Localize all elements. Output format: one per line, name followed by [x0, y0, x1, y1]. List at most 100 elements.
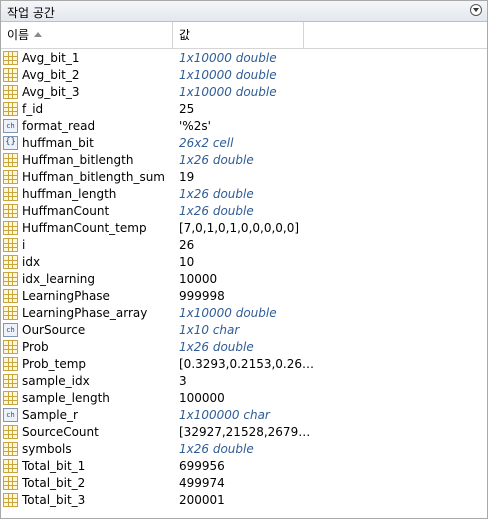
variable-name: Huffman_bitlength_sum — [22, 170, 165, 184]
variable-row[interactable]: HuffmanCount_temp [7,0,1,0,1,0,0,0,0,0] — [1, 220, 487, 237]
matrix-variable-icon — [3, 51, 18, 65]
matrix-variable-icon — [3, 255, 18, 269]
variable-value: 25 — [179, 102, 195, 116]
variable-row[interactable]: sample_length 100000 — [1, 390, 487, 407]
variable-value: 1x26 double — [179, 442, 254, 456]
variable-name: LearningPhase — [22, 289, 110, 303]
variable-name: Total_bit_1 — [22, 459, 86, 473]
variable-row[interactable]: ch Sample_r 1x100000 char — [1, 407, 487, 424]
variable-value: 1x26 double — [179, 340, 254, 354]
variable-row[interactable]: sample_idx 3 — [1, 373, 487, 390]
name-column-label: 이름 — [7, 28, 30, 42]
variable-name: symbols — [22, 442, 72, 456]
variable-name: Avg_bit_3 — [22, 85, 80, 99]
variable-row[interactable]: HuffmanCount 1x26 double — [1, 203, 487, 220]
table-header: 이름 값 — [1, 22, 487, 49]
variable-value: [32927,21528,2679… — [179, 425, 311, 439]
matrix-variable-icon — [3, 68, 18, 82]
variable-name: idx_learning — [22, 272, 96, 286]
variable-value: 1x10000 double — [179, 306, 277, 320]
variable-value: [0.3293,0.2153,0.26… — [179, 357, 315, 371]
variable-row[interactable]: Total_bit_1 699956 — [1, 458, 487, 475]
char-variable-icon: ch — [3, 119, 18, 133]
panel-titlebar: 작업 공간 — [1, 1, 487, 22]
variable-row[interactable]: Total_bit_2 499974 — [1, 475, 487, 492]
variable-row[interactable]: {} huffman_bit 26x2 cell — [1, 135, 487, 152]
variable-value: 19 — [179, 170, 195, 184]
variable-row[interactable]: Avg_bit_2 1x10000 double — [1, 67, 487, 84]
variable-row[interactable]: Prob_temp [0.3293,0.2153,0.26… — [1, 356, 487, 373]
matrix-variable-icon — [3, 357, 18, 371]
variable-value: 1x26 double — [179, 187, 254, 201]
matrix-variable-icon — [3, 238, 18, 252]
variable-row[interactable]: LearningPhase_array 1x10000 double — [1, 305, 487, 322]
cell-variable-icon: {} — [3, 136, 18, 150]
variable-value: 200001 — [179, 493, 225, 507]
variable-value: 26x2 cell — [179, 136, 234, 150]
variable-row[interactable]: idx 10 — [1, 254, 487, 271]
sort-ascending-icon — [34, 32, 43, 37]
matrix-variable-icon — [3, 272, 18, 286]
matrix-variable-icon — [3, 425, 18, 439]
variable-name: Prob — [22, 340, 49, 354]
matrix-variable-icon — [3, 374, 18, 388]
matrix-variable-icon — [3, 391, 18, 405]
variable-value: 1x26 double — [179, 204, 254, 218]
variable-value: 699956 — [179, 459, 225, 473]
variable-row[interactable]: symbols 1x26 double — [1, 441, 487, 458]
variable-row[interactable]: huffman_length 1x26 double — [1, 186, 487, 203]
matrix-variable-icon — [3, 459, 18, 473]
variable-name: Total_bit_2 — [22, 476, 86, 490]
matrix-variable-icon — [3, 204, 18, 218]
name-column-header[interactable]: 이름 — [1, 22, 173, 48]
variable-name: i — [22, 238, 26, 252]
matrix-variable-icon — [3, 442, 18, 456]
variable-name: OurSource — [22, 323, 86, 337]
workspace-panel: 작업 공간 이름 값 Avg_bit_1 1x10000 double Avg_bi… — [0, 0, 488, 519]
variable-value: 10 — [179, 255, 195, 269]
matrix-variable-icon — [3, 187, 18, 201]
variable-name: Total_bit_3 — [22, 493, 86, 507]
variable-name: Avg_bit_1 — [22, 51, 80, 65]
variable-row[interactable]: i 26 — [1, 237, 487, 254]
matrix-variable-icon — [3, 102, 18, 116]
variable-name: huffman_bit — [22, 136, 94, 150]
panel-menu-icon[interactable] — [470, 4, 482, 16]
variable-name: format_read — [22, 119, 96, 133]
variable-row[interactable]: LearningPhase 999998 — [1, 288, 487, 305]
variable-value: 999998 — [179, 289, 225, 303]
matrix-variable-icon — [3, 85, 18, 99]
variable-name: Avg_bit_2 — [22, 68, 80, 82]
variable-value: 1x10000 double — [179, 85, 277, 99]
variable-name: sample_idx — [22, 374, 90, 388]
variable-row[interactable]: Huffman_bitlength 1x26 double — [1, 152, 487, 169]
variable-value: 100000 — [179, 391, 225, 405]
variable-row[interactable]: SourceCount [32927,21528,2679… — [1, 424, 487, 441]
variable-value: 499974 — [179, 476, 225, 490]
variable-row[interactable]: f_id 25 — [1, 101, 487, 118]
variable-row[interactable]: ch OurSource 1x10 char — [1, 322, 487, 339]
value-column-header[interactable]: 값 — [173, 22, 304, 48]
variable-value: 1x10 char — [179, 323, 240, 337]
variable-name: LearningPhase_array — [22, 306, 148, 320]
variable-row[interactable]: ch format_read '%2s' — [1, 118, 487, 135]
variable-row[interactable]: Avg_bit_1 1x10000 double — [1, 50, 487, 67]
variable-row[interactable]: Huffman_bitlength_sum 19 — [1, 169, 487, 186]
variable-row[interactable]: Total_bit_3 200001 — [1, 492, 487, 509]
char-variable-icon: ch — [3, 408, 18, 422]
variable-value: 26 — [179, 238, 195, 252]
variable-name: Sample_r — [22, 408, 78, 422]
variable-list: Avg_bit_1 1x10000 double Avg_bit_2 1x10000 … — [1, 50, 487, 509]
variable-value: [7,0,1,0,1,0,0,0,0,0] — [179, 221, 300, 235]
variable-name: sample_length — [22, 391, 110, 405]
matrix-variable-icon — [3, 153, 18, 167]
variable-value: 1x100000 char — [179, 408, 270, 422]
variable-row[interactable]: Prob 1x26 double — [1, 339, 487, 356]
variable-name: Prob_temp — [22, 357, 87, 371]
variable-name: HuffmanCount_temp — [22, 221, 147, 235]
variable-value: 3 — [179, 374, 187, 388]
value-column-label: 값 — [179, 28, 191, 42]
variable-row[interactable]: idx_learning 10000 — [1, 271, 487, 288]
variable-row[interactable]: Avg_bit_3 1x10000 double — [1, 84, 487, 101]
matrix-variable-icon — [3, 476, 18, 490]
